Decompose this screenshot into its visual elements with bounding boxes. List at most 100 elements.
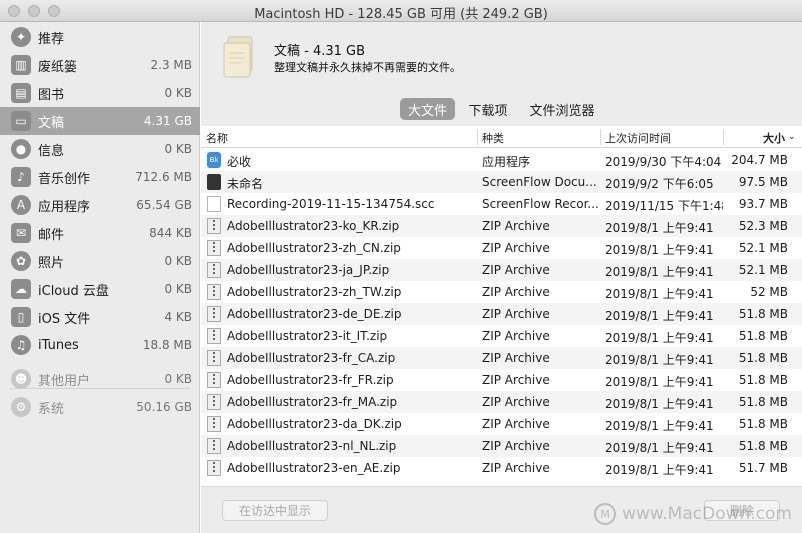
tab-file-browser[interactable]: 文件浏览器	[523, 98, 601, 120]
sidebar-item-label: iOS 文件	[38, 311, 91, 327]
tab-label: 下载项	[468, 103, 508, 119]
file-size: 52.1 MB	[738, 241, 788, 255]
sidebar-item-size: 50.16 GB	[136, 400, 192, 414]
documents-folder-icon	[223, 36, 253, 78]
table-row[interactable]: AdobeIllustrator23-ja_JP.zip ZIP Archive 2…	[201, 259, 802, 281]
table-row[interactable]: AdobeIllustrator23-fr_MA.zip ZIP Archive 2…	[201, 391, 802, 413]
sidebar-item-label: 其他用户	[38, 373, 91, 389]
app-icon: Bk	[207, 152, 221, 168]
message-icon: ●	[11, 139, 31, 159]
button-label: 在访达中显示	[238, 504, 311, 518]
sidebar-item-label: iTunes	[38, 337, 79, 353]
reveal-in-finder-button[interactable]: 在访达中显示	[222, 500, 328, 521]
sidebar-item-label: 文稿	[38, 115, 65, 131]
column-kind-header[interactable]: 种类	[482, 130, 504, 146]
sidebar-item[interactable]: ✿ 照片 0 KB	[0, 247, 200, 275]
document-file-icon	[207, 196, 221, 212]
sidebar-item[interactable]: ☻ 其他用户 0 KB	[0, 365, 200, 393]
table-row[interactable]: AdobeIllustrator23-de_DE.zip ZIP Archive 2…	[201, 303, 802, 325]
system-gear-icon: ⚙	[11, 397, 31, 417]
sidebar-item[interactable]: ♫ iTunes 18.8 MB	[0, 331, 200, 359]
file-date: 2019/9/30 下午4:04	[605, 155, 722, 169]
column-date-header[interactable]: 上次访问时间	[605, 130, 671, 146]
sidebar-item-size: 4 KB	[164, 310, 192, 324]
title-bar: Macintosh HD - 128.45 GB 可用 (共 249.2 GB)	[0, 0, 802, 22]
column-separator	[723, 129, 724, 145]
file-name: AdobeIllustrator23-fr_MA.zip	[227, 395, 398, 409]
sidebar-item-label: 废纸篓	[38, 59, 78, 75]
file-date: 2019/8/1 上午9:41	[605, 309, 714, 323]
category-title: 文稿 - 4.31 GB	[274, 44, 366, 59]
table-row[interactable]: Bk 必收 应用程序 2019/9/30 下午4:04 204.7 MB	[201, 149, 802, 171]
file-name: AdobeIllustrator23-zh_TW.zip	[227, 285, 402, 299]
column-size-header[interactable]: 大小	[763, 130, 785, 146]
table-row[interactable]: AdobeIllustrator23-fr_CA.zip ZIP Archive 2…	[201, 347, 802, 369]
file-name: AdobeIllustrator23-de_DE.zip	[227, 307, 402, 321]
table-row[interactable]: AdobeIllustrator23-zh_CN.zip ZIP Archive 2…	[201, 237, 802, 259]
file-size: 51.8 MB	[738, 395, 788, 409]
sidebar-item-label: iCloud 云盘	[38, 283, 109, 299]
file-date: 2019/8/1 上午9:41	[605, 353, 714, 367]
sidebar-item[interactable]: ● 信息 0 KB	[0, 135, 200, 163]
window-title: Macintosh HD - 128.45 GB 可用 (共 249.2 GB)	[254, 7, 548, 22]
sidebar-item[interactable]: A 应用程序 65.54 GB	[0, 191, 200, 219]
table-row[interactable]: AdobeIllustrator23-nl_NL.zip ZIP Archive 2…	[201, 435, 802, 457]
table-row[interactable]: Recording-2019-11-15-134754.scc ScreenFlo…	[201, 193, 802, 215]
sidebar-item[interactable]: ⚙ 系统 50.16 GB	[0, 393, 200, 421]
zip-file-icon	[207, 438, 221, 454]
sidebar-item-size: 65.54 GB	[136, 198, 192, 212]
file-kind: ZIP Archive	[482, 307, 550, 321]
file-name: AdobeIllustrator23-da_DK.zip	[227, 417, 402, 431]
file-date: 2019/8/1 上午9:41	[605, 375, 714, 389]
sidebar-item-size: 712.6 MB	[135, 170, 192, 184]
photos-icon: ✿	[11, 251, 31, 271]
guitar-icon: ♪	[11, 167, 31, 187]
category-header: 文稿 - 4.31 GB 整理文稿并永久抹掉不再需要的文件。 大文件 下载项 文…	[201, 22, 802, 148]
sidebar-item[interactable]: ♪ 音乐创作 712.6 MB	[0, 163, 200, 191]
sort-chevron-icon[interactable]: ⌄	[788, 132, 796, 142]
sidebar-item[interactable]: ☁ iCloud 云盘 0 KB	[0, 275, 200, 303]
file-kind: ZIP Archive	[482, 439, 550, 453]
users-icon: ☻	[11, 369, 31, 389]
sidebar-item-size: 0 KB	[164, 254, 192, 268]
file-name: AdobeIllustrator23-ja_JP.zip	[227, 263, 390, 277]
sidebar-item[interactable]: ▤ 图书 0 KB	[0, 79, 200, 107]
zip-file-icon	[207, 240, 221, 256]
sidebar-item[interactable]: ✉ 邮件 844 KB	[0, 219, 200, 247]
category-description: 整理文稿并永久抹掉不再需要的文件。	[274, 61, 461, 74]
file-size: 51.7 MB	[738, 461, 788, 475]
sidebar-item[interactable]: ✦ 推荐	[0, 23, 200, 51]
tab-downloads[interactable]: 下载项	[463, 98, 513, 120]
sidebar-item[interactable]: ▥ 废纸篓 2.3 MB	[0, 51, 200, 79]
table-row[interactable]: AdobeIllustrator23-fr_FR.zip ZIP Archive 2…	[201, 369, 802, 391]
sidebar-item[interactable]: ▯ iOS 文件 4 KB	[0, 303, 200, 331]
table-row[interactable]: AdobeIllustrator23-en_AE.zip ZIP Archive 2…	[201, 457, 802, 479]
zip-file-icon	[207, 284, 221, 300]
file-size: 204.7 MB	[731, 153, 788, 167]
table-row[interactable]: AdobeIllustrator23-ko_KR.zip ZIP Archive 2…	[201, 215, 802, 237]
sidebar-item-size: 18.8 MB	[142, 338, 192, 352]
table-row[interactable]: AdobeIllustrator23-da_DK.zip ZIP Archive 2…	[201, 413, 802, 435]
sidebar-item-label: 系统	[38, 401, 65, 417]
table-row[interactable]: AdobeIllustrator23-it_IT.zip ZIP Archive 2…	[201, 325, 802, 347]
tab-large-files[interactable]: 大文件	[400, 98, 455, 120]
watermark: M www.MacDown.com	[594, 503, 792, 525]
sidebar-item-label: 应用程序	[38, 199, 91, 215]
table-row[interactable]: AdobeIllustrator23-zh_TW.zip ZIP Archive 2…	[201, 281, 802, 303]
sidebar-item-label: 音乐创作	[38, 171, 91, 187]
table-row[interactable]: 未命名 ScreenFlow Docu... 2019/9/2 下午6:05 97.5…	[201, 171, 802, 193]
file-list: Bk 必收 应用程序 2019/9/30 下午4:04 204.7 MB 未命名 Scree…	[201, 149, 802, 486]
cloud-icon: ☁	[11, 279, 31, 299]
column-name-header[interactable]: 名称	[206, 130, 228, 146]
file-date: 2019/8/1 上午9:41	[605, 221, 714, 235]
document-icon: ▭	[11, 111, 31, 131]
sidebar-item-label: 图书	[38, 87, 65, 103]
sidebar-item[interactable]: ▭ 文稿 4.31 GB	[0, 107, 200, 135]
zip-file-icon	[207, 218, 221, 234]
sidebar-item-label: 信息	[38, 143, 65, 159]
zip-file-icon	[207, 328, 221, 344]
sidebar-item-size: 0 KB	[164, 372, 192, 386]
file-size: 97.5 MB	[738, 175, 788, 189]
zip-file-icon	[207, 372, 221, 388]
file-date: 2019/8/1 上午9:41	[605, 331, 714, 345]
